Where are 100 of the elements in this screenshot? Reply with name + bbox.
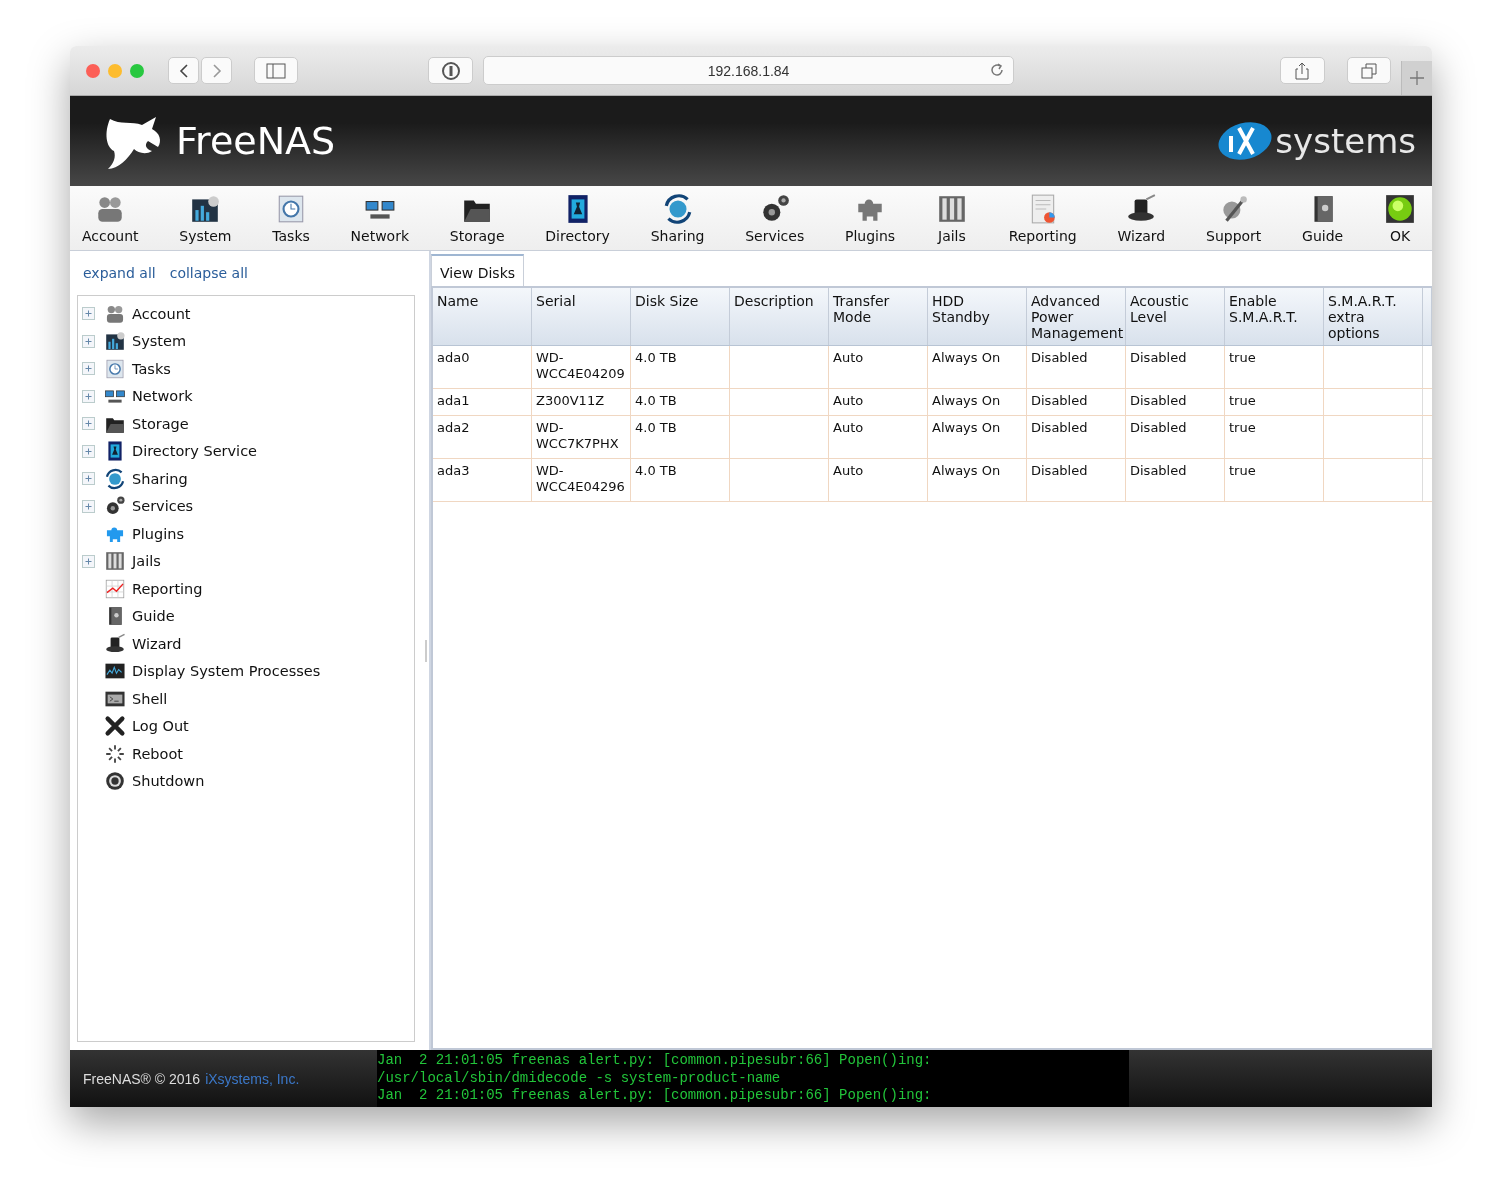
bar-chart-icon bbox=[189, 193, 222, 225]
toolbar-button[interactable]: Network bbox=[346, 186, 414, 250]
sidebar-button[interactable] bbox=[254, 57, 299, 84]
share-button[interactable] bbox=[1280, 57, 1325, 84]
tree-item[interactable]: Sharing bbox=[132, 470, 188, 487]
tree-item[interactable]: Plugins bbox=[132, 525, 184, 542]
globe-icon bbox=[104, 467, 126, 490]
expand-icon[interactable] bbox=[82, 472, 95, 486]
toolbar-button[interactable]: Storage bbox=[445, 186, 509, 250]
copyright-text: FreeNAS® © 2016 bbox=[83, 1070, 201, 1087]
column-header[interactable]: HDD Standby bbox=[928, 288, 1027, 345]
column-header[interactable]: Advanced Power Management bbox=[1027, 288, 1126, 345]
toolbar-button[interactable]: Plugins bbox=[840, 186, 900, 250]
plus-icon bbox=[1409, 70, 1426, 86]
table-cell: WD-WCC4E04209 bbox=[536, 350, 625, 381]
column-header[interactable]: Disk Size bbox=[631, 288, 730, 345]
bar-chart-icon bbox=[104, 330, 126, 353]
expand-icon[interactable] bbox=[82, 334, 95, 348]
expand-icon[interactable] bbox=[82, 389, 95, 403]
tree-item[interactable]: Shell bbox=[132, 690, 168, 707]
tree-item[interactable]: System bbox=[132, 333, 187, 350]
tree-item[interactable]: Log Out bbox=[132, 718, 189, 735]
share-icon bbox=[1294, 61, 1311, 80]
table-cell: Always On bbox=[932, 463, 1001, 478]
splitter-handle[interactable] bbox=[425, 639, 427, 662]
toolbar-button[interactable]: Support bbox=[1202, 186, 1266, 250]
tree-item[interactable]: Network bbox=[132, 388, 193, 405]
expand-icon[interactable] bbox=[82, 554, 95, 568]
line-graph-icon bbox=[104, 577, 126, 600]
tab[interactable]: View Disks bbox=[431, 254, 525, 286]
tree-item[interactable]: Account bbox=[132, 305, 191, 322]
toolbar-button[interactable]: Tasks bbox=[268, 186, 314, 250]
x-icon bbox=[104, 715, 126, 738]
toolbar-button[interactable]: System bbox=[175, 186, 236, 250]
expand-icon[interactable] bbox=[82, 444, 95, 458]
table-cell: 4.0 TB bbox=[635, 463, 677, 478]
close-button[interactable] bbox=[86, 63, 100, 78]
toolbar-button[interactable]: Sharing bbox=[646, 186, 709, 250]
tree-item[interactable]: Tasks bbox=[132, 360, 171, 377]
ix-logo-icon bbox=[1217, 120, 1274, 162]
tree-item[interactable]: Shutdown bbox=[132, 773, 205, 790]
tabs-button[interactable] bbox=[1346, 57, 1392, 84]
table-cell: Disabled bbox=[1031, 463, 1088, 478]
table-cell: Disabled bbox=[1130, 420, 1187, 435]
toolbar-button[interactable]: Wizard bbox=[1113, 186, 1170, 250]
toolbar-button[interactable]: Reporting bbox=[1004, 186, 1081, 250]
expand-icon[interactable] bbox=[82, 499, 95, 513]
sidebar-icon bbox=[266, 62, 287, 79]
tree-toggle-link[interactable]: collapse all bbox=[169, 265, 248, 281]
toolbar-button[interactable]: Guide bbox=[1298, 186, 1348, 250]
table-cell: ada3 bbox=[437, 463, 470, 478]
table-cell: Disabled bbox=[1031, 350, 1088, 365]
spinner-icon bbox=[104, 742, 126, 765]
reload-icon[interactable] bbox=[989, 62, 1006, 78]
table-cell: Z300V11Z bbox=[536, 393, 605, 408]
password-icon bbox=[440, 60, 461, 81]
tree-item[interactable]: Reboot bbox=[132, 745, 183, 762]
table-cell: true bbox=[1229, 393, 1256, 408]
status-light-icon bbox=[1384, 193, 1416, 225]
tree-toggle-link[interactable]: expand all bbox=[83, 265, 156, 281]
table-cell: Disabled bbox=[1031, 420, 1088, 435]
tree-item[interactable]: Jails bbox=[132, 553, 161, 570]
chevron-right-icon bbox=[210, 62, 223, 79]
tree-item[interactable]: Wizard bbox=[132, 635, 182, 652]
bars-icon bbox=[104, 550, 126, 573]
table-cell: 4.0 TB bbox=[635, 350, 677, 365]
toolbar-button[interactable]: Directory bbox=[541, 186, 614, 250]
tree-item[interactable]: Directory Service bbox=[132, 443, 258, 460]
column-header[interactable]: Acoustic Level bbox=[1126, 288, 1225, 345]
table-cell: Auto bbox=[833, 350, 864, 365]
expand-icon[interactable] bbox=[82, 417, 95, 431]
tree-item[interactable]: Display System Processes bbox=[132, 663, 321, 680]
tree-item[interactable]: Storage bbox=[132, 415, 189, 432]
column-header[interactable]: Enable S.M.A.R.T. bbox=[1225, 288, 1324, 345]
column-header[interactable]: S.M.A.R.T. extra options bbox=[1324, 288, 1423, 345]
tree-item[interactable]: Services bbox=[132, 498, 194, 515]
address-field[interactable]: 192.168.1.84 bbox=[482, 56, 1015, 85]
expand-icon[interactable] bbox=[82, 362, 95, 376]
toolbar-button[interactable]: Account bbox=[78, 186, 143, 250]
column-header[interactable]: Name bbox=[433, 288, 532, 345]
table-cell: ada2 bbox=[437, 420, 470, 435]
table-cell: WD-WCC4E04296 bbox=[536, 463, 625, 494]
table-cell: ada1 bbox=[437, 393, 470, 408]
tree-item[interactable]: Guide bbox=[132, 608, 175, 625]
table-cell: Auto bbox=[833, 463, 864, 478]
password-button[interactable] bbox=[428, 57, 473, 84]
table-cell: 4.0 TB bbox=[635, 420, 677, 435]
expand-icon[interactable] bbox=[82, 307, 95, 321]
new-tab-button[interactable] bbox=[1401, 61, 1432, 95]
column-header[interactable]: Serial bbox=[532, 288, 631, 345]
tree-item[interactable]: Reporting bbox=[132, 580, 203, 597]
toolbar-button[interactable]: OK bbox=[1380, 186, 1420, 250]
back-button[interactable] bbox=[168, 57, 199, 84]
column-header[interactable]: Transfer Mode bbox=[829, 288, 928, 345]
vendor-link[interactable]: iXsystems, Inc. bbox=[205, 1070, 300, 1087]
toolbar-button[interactable]: Services bbox=[741, 186, 809, 250]
power-icon bbox=[104, 770, 126, 793]
column-header[interactable]: Description bbox=[730, 288, 829, 345]
table-cell: Auto bbox=[833, 393, 864, 408]
toolbar-button[interactable]: Jails bbox=[931, 186, 972, 250]
